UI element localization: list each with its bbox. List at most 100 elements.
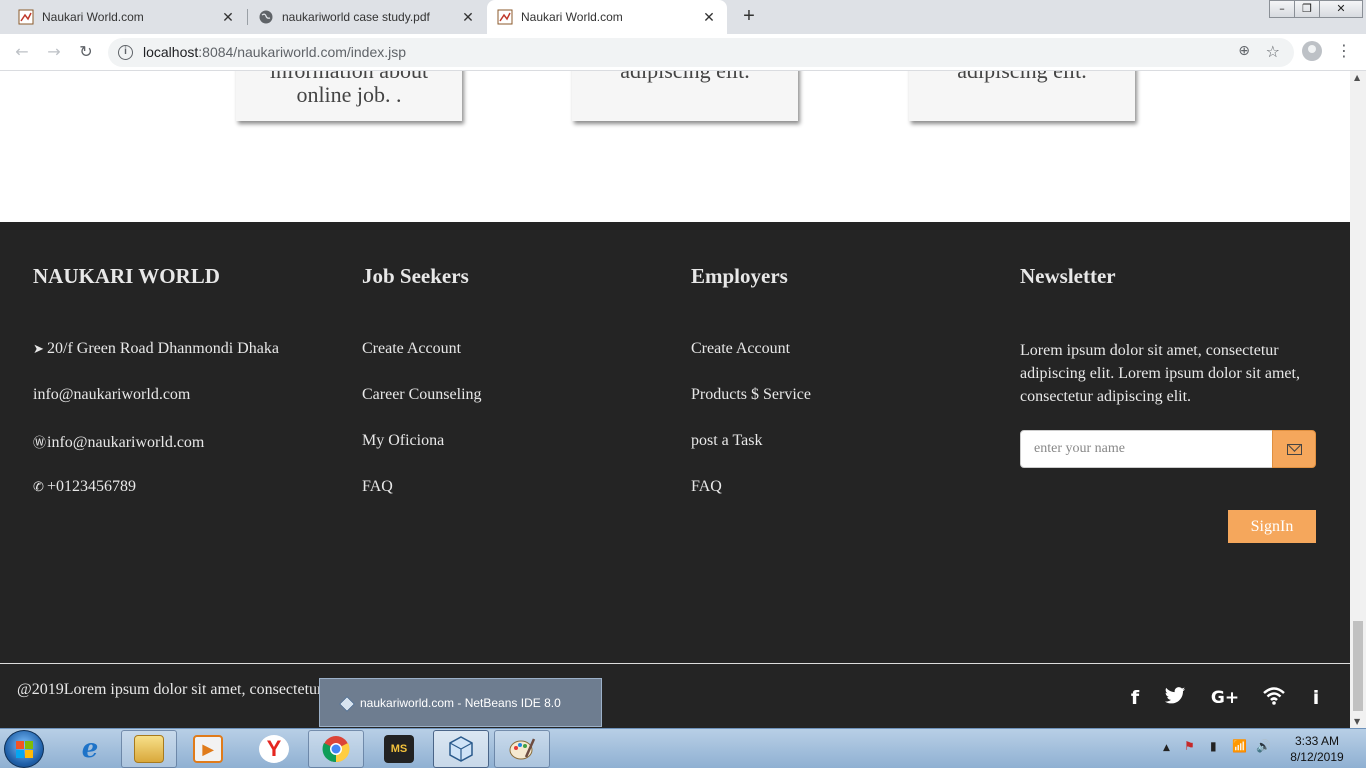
bookmark-star-icon[interactable]: ☆ <box>1266 42 1280 61</box>
taskbar-media-player[interactable]: ▶ <box>180 730 236 768</box>
newsletter-description: Lorem ipsum dolor sit amet, consectetur … <box>1020 342 1300 405</box>
footer-brand-title: NAUKARI WORLD <box>33 264 220 288</box>
feature-card: adipiscing elit. <box>572 71 798 121</box>
taskbar-tooltip[interactable]: naukariworld.com - NetBeans IDE 8.0 <box>319 678 602 727</box>
system-clock[interactable]: 3:33 AM 8/12/2019 <box>1282 733 1352 765</box>
globe-icon <box>258 9 274 25</box>
job-seekers-title: Job Seekers <box>362 264 469 288</box>
job-seekers-link-faq[interactable]: FAQ <box>362 478 393 496</box>
phone-icon: ✆ <box>33 480 44 495</box>
minimize-button[interactable]: – <box>1269 0 1295 18</box>
close-tab-icon[interactable]: ✕ <box>701 9 717 26</box>
newsletter-submit-button[interactable] <box>1272 430 1316 468</box>
browser-tab-3-active[interactable]: Naukari World.com ✕ <box>487 0 727 34</box>
card-text-line: online job. . <box>296 82 402 107</box>
start-button[interactable] <box>4 730 44 768</box>
address-text: 20/f Green Road Dhanmondi Dhaka <box>47 340 279 357</box>
scrollbar-thumb[interactable] <box>1353 621 1363 711</box>
tab-title: naukariworld case study.pdf <box>282 10 430 24</box>
page-favicon-icon <box>497 9 513 25</box>
taskbar-internet-explorer[interactable]: e <box>62 730 118 768</box>
feature-card: adipiscing elit. <box>909 71 1135 121</box>
scroll-up-arrow-icon[interactable]: ▲ <box>1354 73 1360 82</box>
windows-logo-icon <box>16 741 34 759</box>
location-arrow-icon: ➤ <box>33 342 44 357</box>
close-tab-icon[interactable]: ✕ <box>460 9 476 26</box>
wordpress-icon: Ⓦ <box>33 436 47 451</box>
reload-button[interactable]: ↻ <box>74 40 98 64</box>
browser-tab-strip: Naukari World.com ✕ naukariworld case st… <box>0 0 1366 34</box>
employers-link-post-task[interactable]: post a Task <box>691 432 762 450</box>
employers-title: Employers <box>691 264 788 288</box>
signin-button[interactable]: SignIn <box>1228 510 1316 543</box>
address-bar[interactable]: i localhost:8084/naukariworld.com/index.… <box>108 38 1294 67</box>
folder-icon <box>134 735 164 763</box>
windows-taskbar: e ▶ Y MS ▲ ⚑ ▮ 📶 🔊 3:33 AM 8/12/2019 <box>0 728 1366 768</box>
browser-menu-icon[interactable]: ⋮ <box>1334 41 1354 63</box>
url-host: localhost <box>143 44 199 60</box>
browser-tab-2[interactable]: naukariworld case study.pdf ✕ <box>248 0 486 34</box>
chrome-icon <box>321 735 351 763</box>
facebook-icon[interactable]: f <box>1123 686 1147 710</box>
site-footer: NAUKARI WORLD ➤ 20/f Green Road Dhanmondi… <box>0 222 1350 728</box>
footer-web[interactable]: Ⓦinfo@naukariworld.com <box>33 432 204 452</box>
footer-bottom-bar: @2019Lorem ipsum dolor sit amet, consect… <box>0 663 1350 728</box>
info-icon[interactable]: i <box>1304 686 1328 710</box>
ms-office-icon: MS <box>384 735 414 763</box>
show-hidden-icons-arrow[interactable]: ▲ <box>1163 743 1170 753</box>
url-text[interactable]: localhost:8084/naukariworld.com/index.js… <box>143 44 406 60</box>
job-seekers-link-career-counseling[interactable]: Career Counseling <box>362 386 482 404</box>
job-seekers-link-my-oficiona[interactable]: My Oficiona <box>362 432 444 450</box>
volume-icon[interactable]: 🔊 <box>1256 739 1271 753</box>
footer-address: ➤ 20/f Green Road Dhanmondi Dhaka <box>33 340 279 358</box>
feature-card: information about online job. . <box>236 71 462 121</box>
twitter-icon[interactable] <box>1163 686 1187 710</box>
clock-date: 8/12/2019 <box>1290 750 1344 764</box>
paint-icon <box>507 735 537 763</box>
job-seekers-link-create-account[interactable]: Create Account <box>362 340 461 358</box>
network-signal-icon[interactable]: 📶 <box>1232 739 1247 753</box>
back-button[interactable]: ← <box>10 40 34 64</box>
window-close-button[interactable]: ✕ <box>1319 0 1363 18</box>
url-path: :8084/naukariworld.com/index.jsp <box>198 44 407 60</box>
taskbar-netbeans[interactable] <box>433 730 489 768</box>
card-text-line: adipiscing elit. <box>909 71 1135 83</box>
action-center-flag-icon[interactable]: ⚑ <box>1184 739 1195 753</box>
browser-toolbar: ← → ↻ i localhost:8084/naukariworld.com/… <box>0 34 1366 71</box>
employers-link-create-account[interactable]: Create Account <box>691 340 790 358</box>
media-player-icon: ▶ <box>193 735 223 763</box>
battery-icon[interactable]: ▮ <box>1210 739 1217 753</box>
tab-title: Naukari World.com <box>42 10 144 24</box>
scroll-down-arrow-icon[interactable]: ▼ <box>1354 717 1360 726</box>
taskbar-paint[interactable] <box>494 730 550 768</box>
new-tab-button[interactable]: + <box>738 5 760 27</box>
employers-link-products-service[interactable]: Products $ Service <box>691 386 811 404</box>
wifi-icon[interactable] <box>1262 686 1286 710</box>
copyright-text: @2019Lorem ipsum dolor sit amet, consect… <box>17 681 323 698</box>
netbeans-icon <box>446 735 476 763</box>
internet-explorer-icon: e <box>81 734 99 764</box>
clock-time: 3:33 AM <box>1294 734 1340 748</box>
taskbar-ms-office[interactable]: MS <box>371 730 427 768</box>
employers-link-faq[interactable]: FAQ <box>691 478 722 496</box>
page-viewport: information about online job. . adipisci… <box>0 71 1350 728</box>
web-text: info@naukariworld.com <box>47 434 205 451</box>
site-info-icon[interactable]: i <box>118 45 133 60</box>
footer-phone: ✆ +0123456789 <box>33 478 136 496</box>
taskbar-file-explorer[interactable] <box>121 730 177 768</box>
profile-avatar-icon[interactable] <box>1302 41 1322 61</box>
phone-text: +0123456789 <box>47 478 137 495</box>
close-tab-icon[interactable]: ✕ <box>220 9 236 26</box>
newsletter-name-input[interactable] <box>1020 430 1273 468</box>
restore-button[interactable]: ❐ <box>1294 0 1320 18</box>
taskbar-yandex-browser[interactable]: Y <box>246 730 302 768</box>
taskbar-chrome[interactable] <box>308 730 364 768</box>
yandex-icon: Y <box>259 735 289 763</box>
browser-tab-1[interactable]: Naukari World.com ✕ <box>8 0 246 34</box>
page-scrollbar[interactable]: ▲ ▼ <box>1350 71 1366 728</box>
footer-email[interactable]: info@naukariworld.com <box>33 386 190 404</box>
google-plus-icon[interactable]: G+ <box>1210 686 1240 710</box>
zoom-icon[interactable]: ⊕ <box>1238 43 1250 59</box>
forward-button[interactable]: → <box>42 40 66 64</box>
tooltip-text: naukariworld.com - NetBeans IDE 8.0 <box>360 696 561 710</box>
